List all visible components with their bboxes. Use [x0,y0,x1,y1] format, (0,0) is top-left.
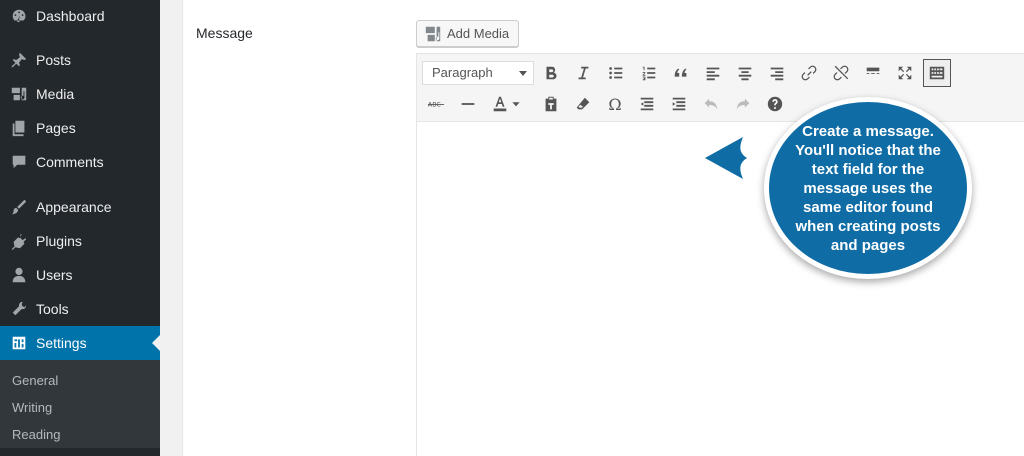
bullet-list-icon[interactable] [602,59,630,87]
message-label: Message [196,25,253,41]
submenu-item-writing[interactable]: Writing [0,394,160,421]
callout-bubble: Create a message. You'll notice that the… [764,97,972,279]
chevron-down-icon [519,71,527,76]
align-right-icon[interactable] [763,59,791,87]
sidebar-item-label: Settings [36,335,87,351]
outdent-icon[interactable] [633,90,661,118]
fullscreen-icon[interactable] [891,59,919,87]
wrench-icon [9,299,29,319]
help-icon[interactable] [761,90,789,118]
editor-toolbar: Paragraph ABC Ω [417,54,1024,122]
user-icon [9,265,29,285]
sidebar-item-label: Users [36,267,73,283]
special-character-icon[interactable]: Ω [601,90,629,118]
sidebar-item-label: Media [36,86,75,102]
add-media-icon [424,25,442,43]
add-media-button[interactable]: Add Media [416,20,519,47]
chevron-down-icon[interactable] [509,90,523,118]
callout-arrow [705,137,747,179]
sidebar-item-settings[interactable]: Settings [0,326,160,360]
undo-icon[interactable] [697,90,725,118]
sidebar-item-label: Plugins [36,233,82,249]
callout-text: Create a message. You'll notice that the… [795,122,941,254]
read-more-icon[interactable] [859,59,887,87]
format-select-value: Paragraph [432,65,493,80]
clear-formatting-icon[interactable] [569,90,597,118]
numbered-list-icon[interactable] [635,59,663,87]
submenu-item-reading[interactable]: Reading [0,421,160,448]
sidebar-item-plugins[interactable]: Plugins [0,224,160,258]
paste-text-icon[interactable] [537,90,565,118]
sidebar-item-media[interactable]: Media [0,77,160,111]
horizontal-line-icon[interactable] [454,90,482,118]
sidebar-item-posts[interactable]: Posts [0,43,160,77]
submenu-item-general[interactable]: General [0,367,160,394]
admin-sidebar: Dashboard Posts Media Pages Comments App… [0,0,160,456]
sidebar-item-comments[interactable]: Comments [0,145,160,179]
sidebar-item-tools[interactable]: Tools [0,292,160,326]
pages-icon [9,118,29,138]
strikethrough-icon[interactable]: ABC [422,90,450,118]
pin-icon [9,50,29,70]
sidebar-item-label: Posts [36,52,72,68]
bold-icon[interactable] [537,59,565,87]
comment-icon [9,152,29,172]
plugin-icon [9,231,29,251]
indent-icon[interactable] [665,90,693,118]
sidebar-item-appearance[interactable]: Appearance [0,190,160,224]
align-left-icon[interactable] [699,59,727,87]
brush-icon [9,197,29,217]
sidebar-item-pages[interactable]: Pages [0,111,160,145]
sidebar-item-label: Appearance [36,199,112,215]
svg-text:ABC: ABC [428,102,442,109]
align-center-icon[interactable] [731,59,759,87]
media-icon [9,84,29,104]
sidebar-item-label: Dashboard [36,8,105,24]
settings-submenu: General Writing Reading [0,360,160,448]
add-media-label: Add Media [447,26,510,41]
blockquote-icon[interactable] [667,59,695,87]
main-content: Message Add Media Paragraph ABC Ω Create… [160,0,1024,456]
link-icon[interactable] [795,59,823,87]
redo-icon[interactable] [729,90,757,118]
sidebar-item-dashboard[interactable]: Dashboard [0,0,160,32]
sidebar-item-label: Tools [36,301,69,317]
unlink-icon[interactable] [827,59,855,87]
sidebar-item-label: Pages [36,120,76,136]
dashboard-icon [9,6,29,26]
toolbar-toggle-icon[interactable] [923,59,951,87]
italic-icon[interactable] [569,59,597,87]
format-select[interactable]: Paragraph [422,61,534,85]
sidebar-item-label: Comments [36,154,104,170]
settings-icon [9,333,29,353]
sidebar-item-users[interactable]: Users [0,258,160,292]
